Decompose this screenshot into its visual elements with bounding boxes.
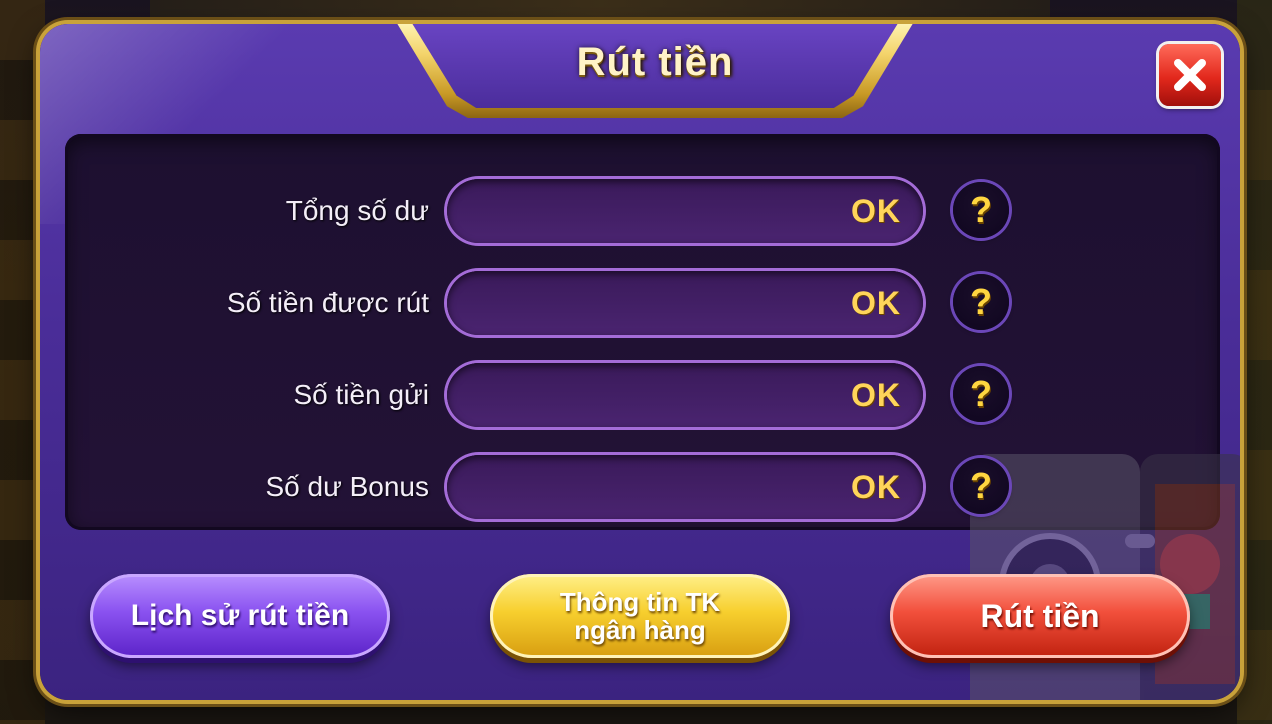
row-value: OK — [851, 377, 901, 413]
help-button[interactable]: ? — [953, 458, 1009, 514]
row-total-balance: Tổng số dư OK ? — [65, 179, 1165, 249]
question-icon: ? — [970, 373, 992, 414]
row-value: OK — [851, 285, 901, 321]
withdraw-dialog: Rút tiền Tổng số dư OK ? Số tiền được rú… — [40, 24, 1240, 700]
bank-button-line2: ngân hàng — [574, 615, 706, 645]
row-value: OK — [851, 469, 901, 505]
background-game-left — [0, 0, 45, 724]
row-value: OK — [851, 193, 901, 229]
balance-panel: Tổng số dư OK ? Số tiền được rút OK ? Số… — [65, 134, 1240, 700]
row-withdrawable-amount: Số tiền được rút OK ? — [65, 271, 1165, 341]
bank-account-info-button[interactable]: Thông tin TK ngân hàng — [490, 574, 790, 658]
background-game-top — [150, 0, 1050, 22]
bank-button-label: Thông tin TK ngân hàng — [560, 588, 720, 644]
help-button[interactable]: ? — [953, 366, 1009, 422]
withdraw-button[interactable]: Rút tiền — [890, 574, 1190, 658]
total-balance-field: OK — [447, 179, 923, 243]
background-game-right — [1237, 0, 1272, 724]
help-button[interactable]: ? — [953, 182, 1009, 238]
row-label: Số dư Bonus — [265, 471, 429, 502]
help-button[interactable]: ? — [953, 274, 1009, 330]
withdrawable-amount-field: OK — [447, 271, 923, 335]
question-icon: ? — [970, 189, 992, 230]
withdraw-history-button[interactable]: Lịch sử rút tiền — [90, 574, 390, 658]
row-label: Số tiền được rút — [226, 287, 429, 318]
bank-button-line1: Thông tin TK — [559, 587, 721, 617]
bonus-balance-field: OK — [447, 455, 923, 519]
deposit-amount-field: OK — [447, 363, 923, 427]
close-button[interactable] — [1159, 44, 1221, 106]
question-icon: ? — [970, 281, 992, 322]
row-deposit-amount: Số tiền gửi OK ? — [65, 363, 1165, 433]
row-label: Số tiền gửi — [293, 379, 430, 410]
close-x-icon — [1174, 59, 1206, 91]
question-icon: ? — [970, 465, 992, 506]
row-label: Tổng số dư — [285, 195, 429, 226]
row-bonus-balance: Số dư Bonus OK ? — [65, 455, 1165, 525]
dialog-title: Rút tiền — [576, 40, 734, 84]
